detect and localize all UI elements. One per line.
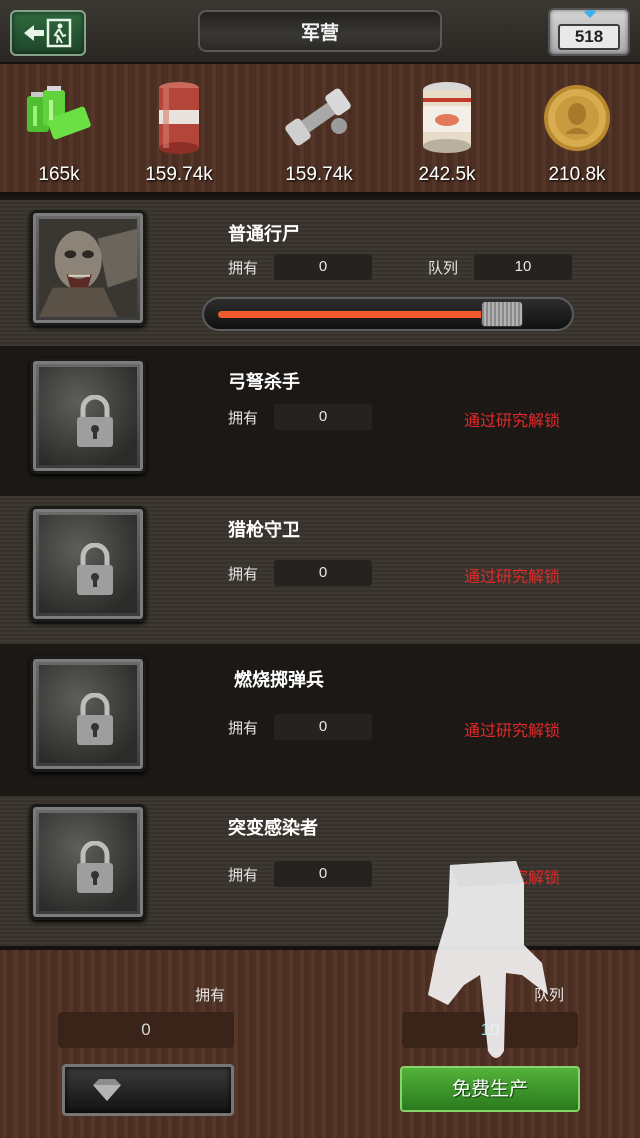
tutorial-hand-icon — [428, 861, 548, 1058]
exit-button[interactable] — [10, 10, 86, 56]
instant-finish-button[interactable] — [62, 1064, 234, 1116]
own-label: 拥有 — [228, 409, 259, 427]
resource-parts-value: 159.74k — [285, 164, 353, 185]
resource-gold: 210.8k — [522, 76, 632, 192]
resource-food: 242.5k — [392, 76, 502, 192]
gem-icon — [584, 10, 596, 18]
resource-parts: 159.74k — [264, 76, 374, 192]
bottom-own-label: 拥有 — [195, 986, 226, 1004]
zombie-portrait — [39, 219, 137, 317]
queue-count: 10 — [474, 254, 572, 280]
resource-battery: 165k — [4, 76, 114, 192]
wrench-icon — [285, 88, 351, 146]
own-label: 拥有 — [228, 719, 259, 737]
lock-icon — [77, 841, 113, 893]
unit-row-grenadier[interactable]: 燃烧掷弹兵 拥有 0 通过研究解锁 — [0, 646, 640, 794]
queue-slider[interactable] — [202, 297, 574, 331]
unit-name: 普通行尸 — [228, 224, 300, 245]
canned-food-icon — [423, 82, 471, 153]
exit-icon — [24, 18, 72, 48]
resource-food-value: 242.5k — [418, 164, 476, 185]
gem-counter[interactable]: 518 — [548, 8, 630, 56]
unit-name: 猎枪守卫 — [228, 520, 300, 541]
own-count: 0 — [274, 254, 372, 280]
unlock-hint: 通过研究解锁 — [464, 567, 561, 586]
unit-row-walker[interactable]: 普通行尸 拥有 0 队列 10 — [0, 200, 640, 348]
bottom-own-count: 0 — [58, 1012, 234, 1048]
lock-icon — [77, 395, 113, 447]
own-count: 0 — [274, 861, 372, 887]
unit-name: 燃烧掷弹兵 — [234, 670, 324, 691]
resource-bar: 165k 159.74k 159.74k 242.5k 210.8k — [0, 64, 640, 196]
unlock-hint: 通过研究解锁 — [464, 411, 561, 430]
own-count: 0 — [274, 560, 372, 586]
diamond-icon — [93, 1079, 121, 1101]
own-label: 拥有 — [228, 866, 259, 884]
locked-portrait — [39, 665, 137, 763]
unit-list: 普通行尸 拥有 0 队列 10 弓弩杀手 拥有 0 通过研究解锁 猎枪守卫 拥有… — [0, 200, 640, 946]
lock-icon — [77, 543, 113, 595]
queue-label: 队列 — [428, 259, 459, 277]
locked-portrait — [39, 813, 137, 911]
unit-portrait — [30, 656, 146, 772]
locked-portrait — [39, 515, 137, 613]
gem-count: 518 — [558, 24, 620, 50]
unit-name: 弓弩杀手 — [228, 372, 300, 393]
own-label: 拥有 — [228, 565, 259, 583]
unit-portrait — [30, 804, 146, 920]
queue-slider-fill — [218, 311, 487, 318]
own-count: 0 — [274, 404, 372, 430]
page-title: 军营 — [198, 10, 442, 52]
free-produce-button[interactable]: 免费生产 — [400, 1066, 580, 1112]
unlock-hint: 通过研究解锁 — [464, 721, 561, 740]
resource-gold-value: 210.8k — [548, 164, 606, 185]
resource-oil-value: 159.74k — [145, 164, 213, 185]
unit-portrait — [30, 506, 146, 622]
queue-slider-handle[interactable] — [481, 301, 523, 327]
resource-battery-value: 165k — [38, 164, 80, 185]
top-bar: 军营 518 — [0, 0, 640, 64]
own-label: 拥有 — [228, 259, 259, 277]
zombie-face-icon — [39, 219, 137, 317]
oil-barrel-icon — [159, 82, 199, 154]
unit-portrait[interactable] — [30, 210, 146, 326]
battery-icon — [27, 86, 91, 140]
unit-row-shotgun[interactable]: 猎枪守卫 拥有 0 通过研究解锁 — [0, 496, 640, 644]
resource-oil: 159.74k — [124, 76, 234, 192]
unit-name: 突变感染者 — [228, 818, 318, 839]
locked-portrait — [39, 367, 137, 465]
gold-coin-icon — [544, 85, 610, 151]
own-count: 0 — [274, 714, 372, 740]
unit-portrait — [30, 358, 146, 474]
unit-row-crossbow[interactable]: 弓弩杀手 拥有 0 通过研究解锁 — [0, 346, 640, 494]
lock-icon — [77, 693, 113, 745]
